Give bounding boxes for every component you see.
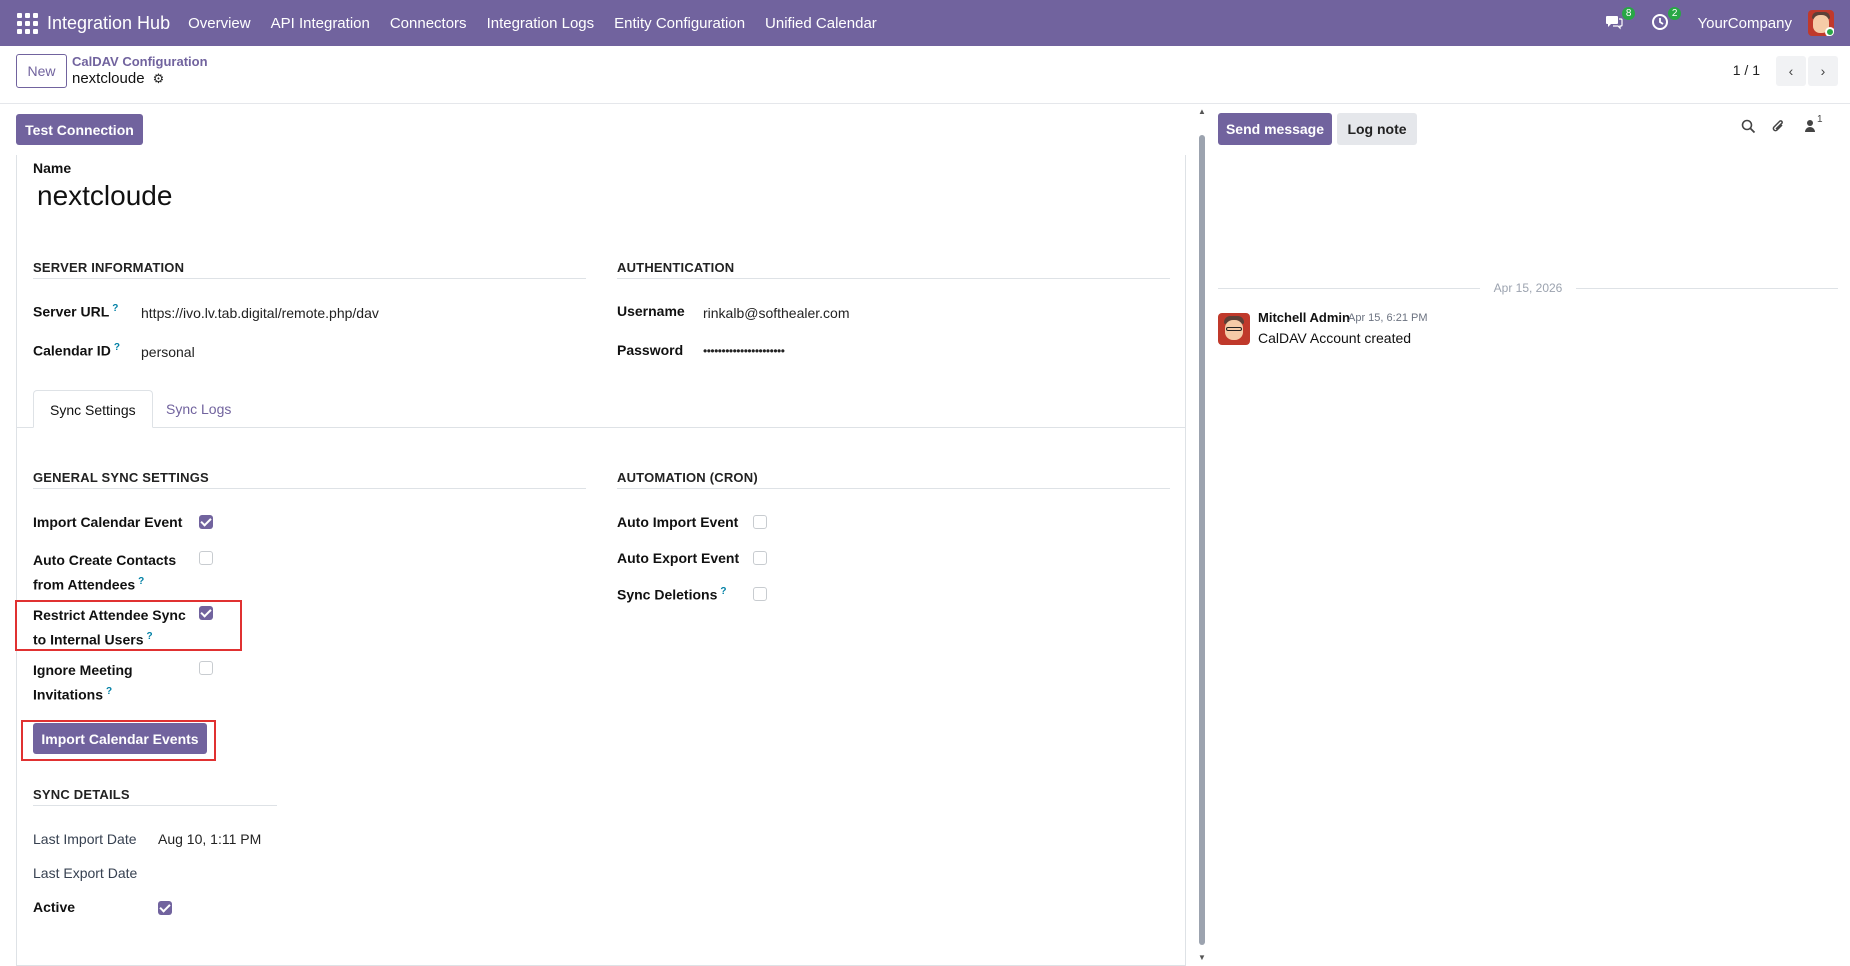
gear-icon[interactable]: ⚙ <box>153 71 165 87</box>
scroll-down-icon[interactable]: ▼ <box>1198 953 1206 962</box>
top-navbar: Integration Hub Overview API Integration… <box>0 0 1850 46</box>
password-field[interactable]: •••••••••••••••••••••• <box>703 344 785 358</box>
import-calendar-event-checkbox[interactable] <box>199 515 213 529</box>
control-panel: New CalDAV Configuration nextcloude ⚙ 1 … <box>0 46 1850 104</box>
breadcrumb-current-label: nextcloude <box>72 70 145 87</box>
server-url-label-text: Server URL <box>33 303 110 320</box>
tab-sync-logs[interactable]: Sync Logs <box>150 390 247 428</box>
message-author-avatar[interactable] <box>1218 313 1250 345</box>
scroll-up-icon[interactable]: ▲ <box>1198 107 1206 116</box>
calendar-id-help-icon[interactable]: ? <box>114 342 120 353</box>
auto-create-contacts-line1: Auto Create Contacts <box>33 552 177 568</box>
general-sync-settings-title: GENERAL SYNC SETTINGS <box>33 470 586 489</box>
auto-export-event-label: Auto Export Event <box>617 550 740 566</box>
restrict-attendee-sync-label: Restrict Attendee Sync to Internal Users? <box>33 605 186 651</box>
auto-import-event-label: Auto Import Event <box>617 514 739 530</box>
automation-cron-title: AUTOMATION (CRON) <box>617 470 1170 489</box>
ignore-meeting-help-icon[interactable]: ? <box>106 686 112 697</box>
followers-count: 1 <box>1817 114 1823 125</box>
message-author[interactable]: Mitchell Admin <box>1258 310 1350 325</box>
record-name-field[interactable]: nextcloude <box>37 180 172 212</box>
followers-icon[interactable]: 1 <box>1804 114 1823 137</box>
test-connection-button[interactable]: Test Connection <box>16 114 143 145</box>
server-url-help-icon[interactable]: ? <box>112 303 118 314</box>
breadcrumb-current: nextcloude ⚙ <box>72 70 164 87</box>
form-statusbar: Test Connection <box>0 105 1186 155</box>
log-note-button[interactable]: Log note <box>1337 113 1417 145</box>
menu-unified-calendar[interactable]: Unified Calendar <box>755 15 887 32</box>
calendar-id-label: Calendar ID? <box>33 342 120 359</box>
messages-icon[interactable]: 8 <box>1605 7 1636 33</box>
pager-next-button[interactable]: › <box>1808 56 1838 86</box>
date-separator: Apr 15, 2026 <box>1218 281 1838 295</box>
calendar-id-field[interactable]: personal <box>141 344 195 360</box>
ignore-meeting-invitations-label: Ignore Meeting Invitations? <box>33 660 133 706</box>
import-calendar-events-button[interactable]: Import Calendar Events <box>33 723 207 754</box>
chevron-left-icon: ‹ <box>1788 63 1794 79</box>
ignore-meeting-invitations-checkbox[interactable] <box>199 661 213 675</box>
sync-details-title: SYNC DETAILS <box>33 787 277 806</box>
send-message-button[interactable]: Send message <box>1218 113 1332 145</box>
server-url-field[interactable]: https://ivo.lv.tab.digital/remote.php/da… <box>141 305 379 321</box>
sync-deletions-help-icon[interactable]: ? <box>720 586 726 597</box>
sync-deletions-label-text: Sync Deletions <box>617 586 718 603</box>
last-import-date-value: Aug 10, 1:11 PM <box>158 831 262 847</box>
username-field[interactable]: rinkalb@softhealer.com <box>703 305 850 321</box>
password-label: Password <box>617 342 684 358</box>
active-checkbox[interactable] <box>158 901 172 915</box>
chatter-panel: Send message Log note 1 Apr 15, 2026 Mit… <box>1210 105 1850 966</box>
restrict-attendee-help-icon[interactable]: ? <box>146 631 152 642</box>
restrict-attendee-line1: Restrict Attendee Sync <box>33 607 186 623</box>
username-label: Username <box>617 303 685 319</box>
authentication-title: AUTHENTICATION <box>617 260 1170 279</box>
sync-deletions-label: Sync Deletions? <box>617 586 726 603</box>
activities-badge: 2 <box>1667 7 1682 20</box>
restrict-attendee-sync-checkbox[interactable] <box>199 606 213 620</box>
calendar-id-label-text: Calendar ID <box>33 342 111 359</box>
company-switcher[interactable]: YourCompany <box>1697 15 1792 32</box>
auto-create-help-icon[interactable]: ? <box>138 576 144 587</box>
new-button[interactable]: New <box>16 54 67 88</box>
scrollbar-thumb[interactable] <box>1199 135 1205 945</box>
pager-value[interactable]: 1 / 1 <box>1733 62 1760 78</box>
auto-export-event-checkbox[interactable] <box>753 551 767 565</box>
ignore-meeting-line2: Invitations <box>33 686 104 703</box>
auto-create-contacts-checkbox[interactable] <box>199 551 213 565</box>
active-label: Active <box>33 899 76 915</box>
app-brand[interactable]: Integration Hub <box>47 13 170 34</box>
paperclip-icon[interactable] <box>1771 119 1786 138</box>
sync-deletions-checkbox[interactable] <box>753 587 767 601</box>
auto-create-contacts-label: Auto Create Contacts from Attendees? <box>33 550 176 596</box>
form-scrollbar[interactable]: ▲ ▼ <box>1196 105 1208 966</box>
menu-api-integration[interactable]: API Integration <box>261 15 380 32</box>
search-icon[interactable] <box>1741 119 1756 138</box>
last-export-date-label: Last Export Date <box>33 865 138 881</box>
restrict-attendee-line2: to Internal Users <box>33 631 144 648</box>
ignore-meeting-line1: Ignore Meeting <box>33 662 133 678</box>
message-body: CalDAV Account created <box>1258 330 1412 346</box>
tab-sync-settings[interactable]: Sync Settings <box>33 390 153 428</box>
breadcrumb-parent-link[interactable]: CalDAV Configuration <box>72 54 208 69</box>
chevron-right-icon: › <box>1820 63 1826 79</box>
import-calendar-event-label: Import Calendar Event <box>33 514 183 530</box>
name-label: Name <box>33 160 72 176</box>
apps-menu-icon[interactable] <box>16 12 38 34</box>
server-information-title: SERVER INFORMATION <box>33 260 586 279</box>
menu-overview[interactable]: Overview <box>178 15 261 32</box>
menu-entity-configuration[interactable]: Entity Configuration <box>604 15 755 32</box>
date-separator-label: Apr 15, 2026 <box>1493 281 1563 295</box>
message-timestamp: Apr 15, 6:21 PM <box>1348 312 1428 324</box>
messages-badge: 8 <box>1621 7 1636 20</box>
user-avatar[interactable] <box>1808 10 1834 36</box>
menu-connectors[interactable]: Connectors <box>380 15 477 32</box>
menu-integration-logs[interactable]: Integration Logs <box>477 15 605 32</box>
server-url-label: Server URL? <box>33 303 118 320</box>
auto-import-event-checkbox[interactable] <box>753 515 767 529</box>
last-import-date-label: Last Import Date <box>33 831 137 847</box>
activities-clock-icon[interactable]: 2 <box>1651 7 1682 33</box>
pager-previous-button[interactable]: ‹ <box>1776 56 1806 86</box>
auto-create-contacts-line2: from Attendees <box>33 576 136 593</box>
